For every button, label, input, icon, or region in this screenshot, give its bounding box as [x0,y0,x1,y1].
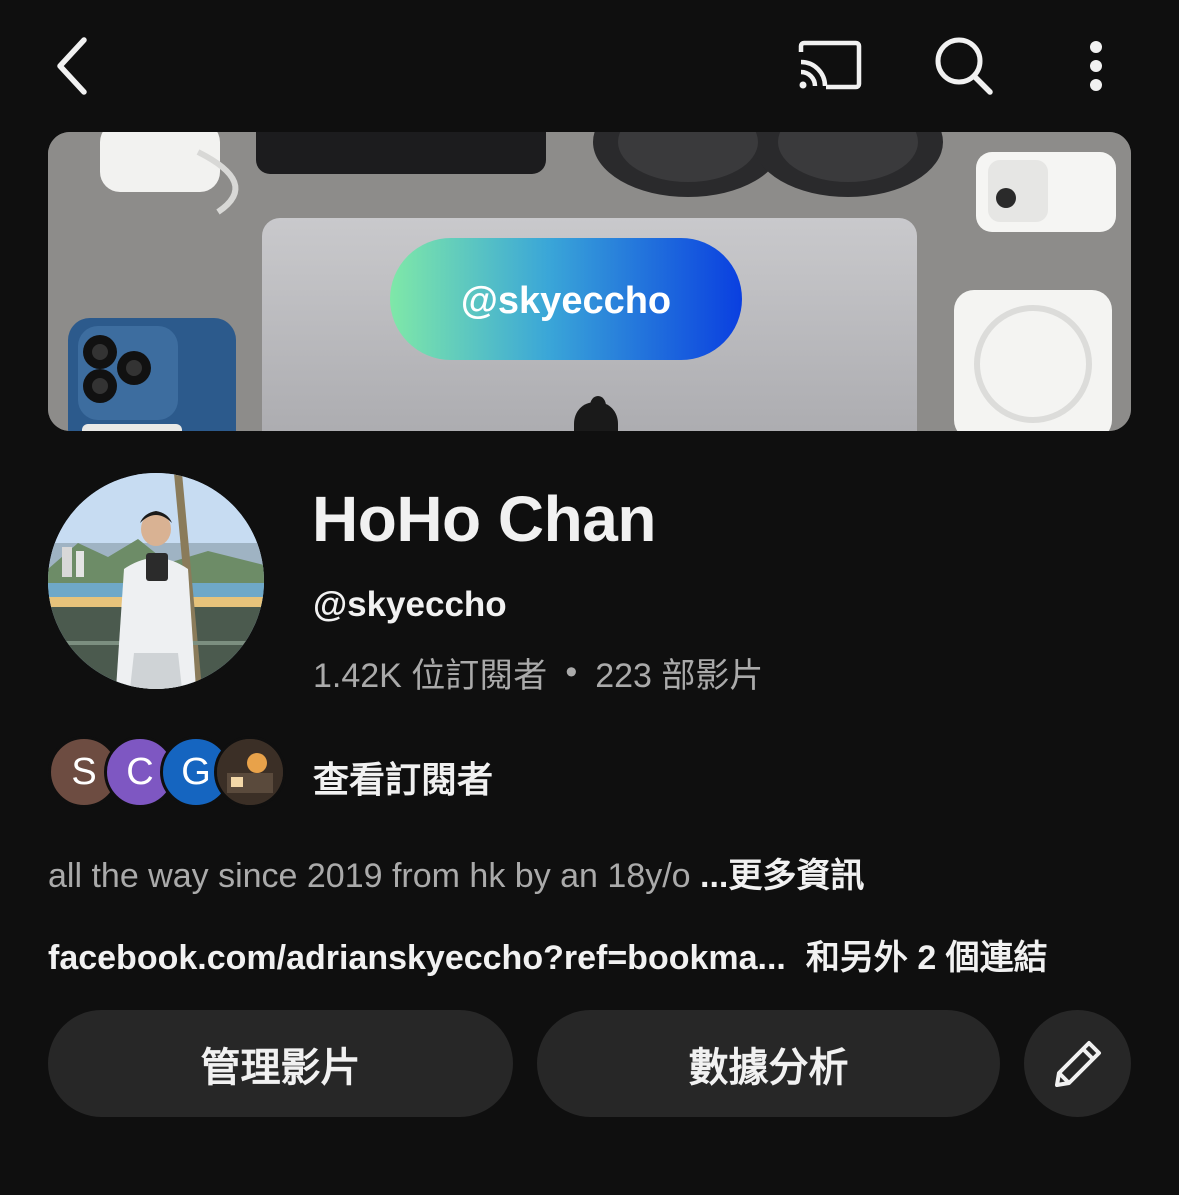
view-subscribers-link[interactable]: 查看訂閱者 [313,751,493,803]
analytics-button[interactable]: 數據分析 [537,1010,1000,1117]
video-count: 223 部影片 [595,657,764,695]
subscriber-avatar-photo [214,736,286,808]
channel-stats: 1.42K 位訂閱者 • 223 部影片 [313,648,763,697]
search-button[interactable] [926,30,1002,102]
subscriber-count: 1.42K 位訂閱者 [313,657,548,695]
pencil-icon [1054,1040,1101,1087]
channel-name: HoHo Chan [312,483,656,555]
channel-banner: @skyeccho [48,132,1131,431]
cast-button[interactable] [792,32,870,100]
view-subscribers-row[interactable]: S C G 查看訂閱者 [48,733,748,811]
search-icon [935,37,993,95]
more-info-link[interactable]: ...更多資訊 [700,857,864,895]
more-vert-icon [1090,41,1102,91]
channel-links[interactable]: facebook.com/adrianskyeccho?ref=bookma..… [48,930,1048,979]
airpods-case [100,132,220,192]
manage-videos-label: 管理影片 [200,1045,361,1090]
primary-link[interactable]: facebook.com/adrianskyeccho?ref=bookma..… [48,939,786,977]
dark-phone [256,132,546,174]
channel-avatar[interactable] [48,473,264,689]
cast-icon [798,40,862,90]
stats-separator: • [565,653,578,691]
banner-handle-text: @skyeccho [461,280,671,322]
channel-description[interactable]: all the way since 2019 from hk by an 18y… [48,848,864,897]
description-text: all the way since 2019 from hk by an 18y… [48,857,701,895]
analytics-label: 數據分析 [688,1045,849,1090]
back-button[interactable] [40,30,104,102]
channel-handle: @skyeccho [313,585,507,624]
top-app-bar [0,0,1179,132]
chevron-left-icon [57,37,87,95]
edit-channel-button[interactable] [1024,1010,1131,1117]
extra-links[interactable]: 和另外 2 個連結 [806,939,1048,977]
more-options-button[interactable] [1068,30,1124,102]
manage-videos-button[interactable]: 管理影片 [48,1010,513,1117]
